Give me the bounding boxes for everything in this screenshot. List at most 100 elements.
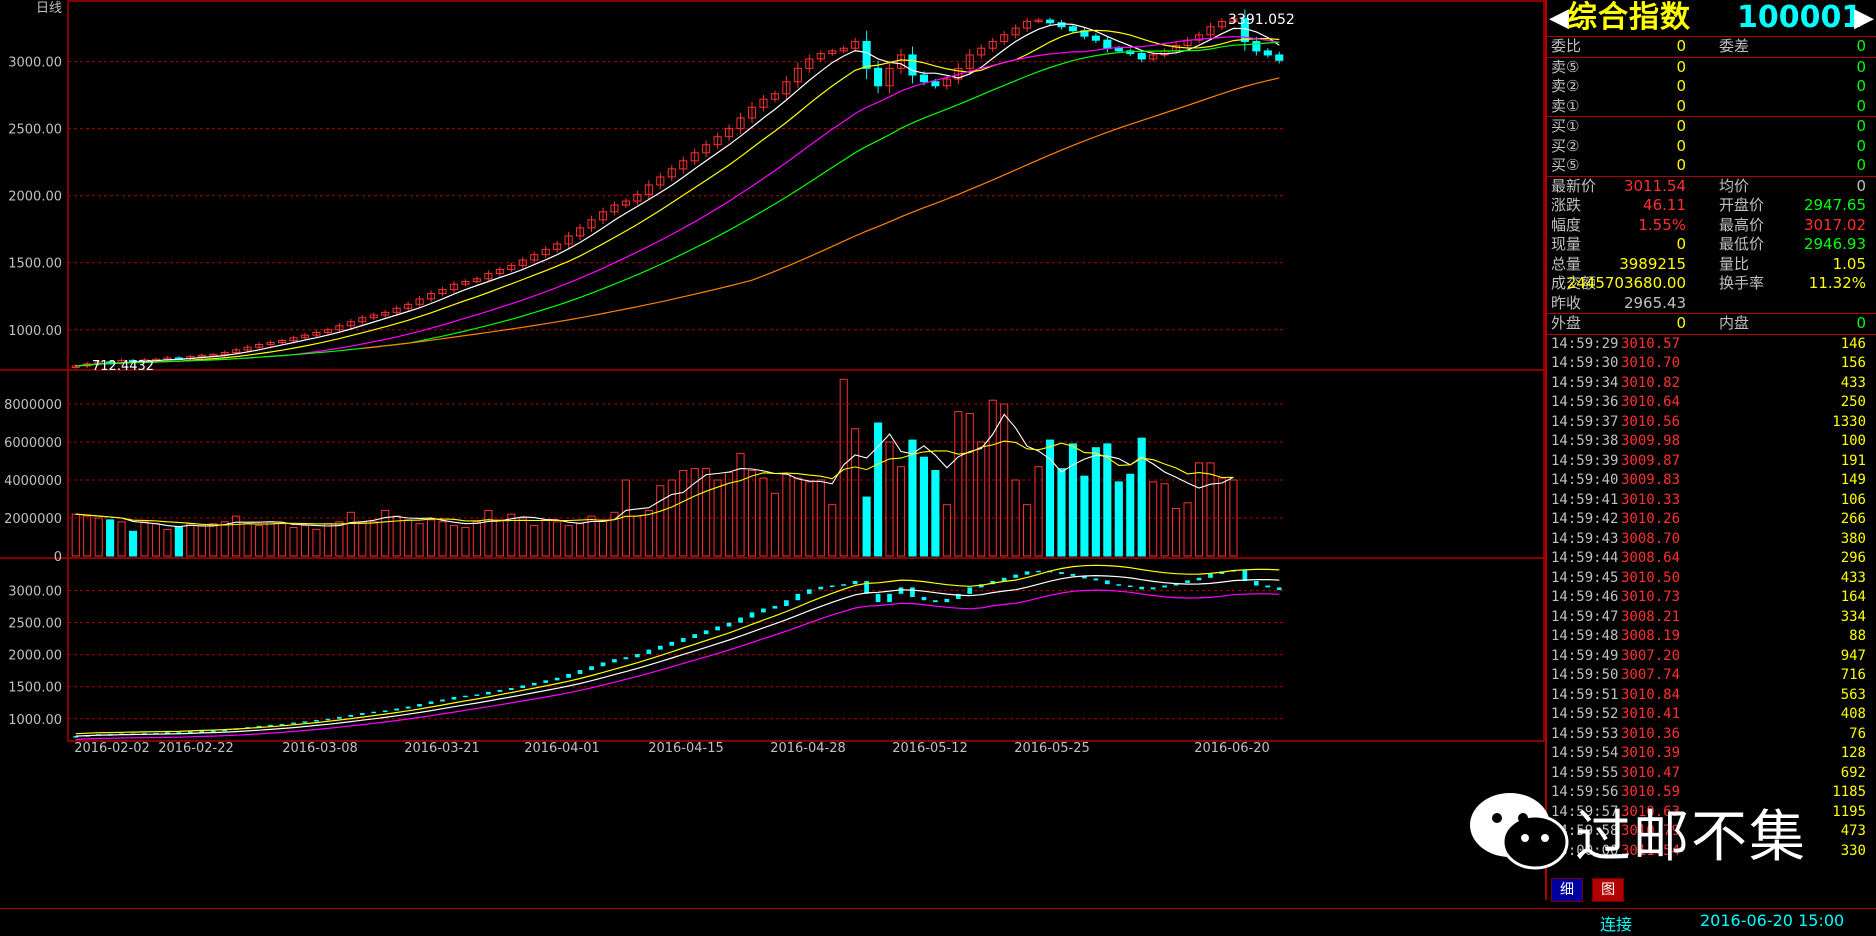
volume-bar[interactable] <box>392 515 401 557</box>
volume-bar[interactable] <box>1103 443 1112 557</box>
volume-bar[interactable] <box>828 504 837 557</box>
volume-bar[interactable] <box>988 399 997 557</box>
volume-bar[interactable] <box>598 519 608 557</box>
volume-bar[interactable] <box>702 468 711 557</box>
tick-row[interactable]: 14:59:34 3010.82 433 <box>1547 374 1876 394</box>
volume-bar[interactable] <box>679 470 688 557</box>
volume-bar[interactable] <box>553 521 562 557</box>
volume-bar[interactable] <box>564 525 573 557</box>
candle-body[interactable] <box>1275 54 1284 61</box>
volume-bar[interactable] <box>71 513 80 557</box>
volume-bar[interactable] <box>472 521 481 557</box>
tick-row[interactable]: 14:59:51 3010.84 563 <box>1547 686 1876 706</box>
volume-bar[interactable] <box>1126 473 1135 557</box>
volume-bar[interactable] <box>243 523 252 557</box>
candle-body[interactable] <box>1252 41 1261 52</box>
tick-row[interactable]: 14:59:50 3007.74 716 <box>1547 666 1876 686</box>
volume-bar[interactable] <box>106 519 115 557</box>
volume-bar[interactable] <box>839 378 848 557</box>
volume-bar[interactable] <box>518 517 527 557</box>
tick-row[interactable]: 14:59:41 3010.33 106 <box>1547 491 1876 511</box>
volume-bar[interactable] <box>954 411 963 557</box>
volume-bar[interactable] <box>747 470 757 557</box>
volume-bar[interactable] <box>415 523 424 557</box>
volume-bar[interactable] <box>1091 447 1100 557</box>
volume-bar[interactable] <box>484 509 493 557</box>
volume-bar[interactable] <box>1080 475 1089 557</box>
volume-bar[interactable] <box>1217 477 1227 557</box>
volume-bar[interactable] <box>438 521 447 557</box>
tick-row[interactable]: 14:59:40 3009.83 149 <box>1547 471 1876 491</box>
kline-chart[interactable]: 日线 1000.00 1500.00 2000.00 2500.00 3000.00 0 20… <box>0 0 1545 932</box>
volume-bar[interactable] <box>633 515 642 557</box>
volume-bar[interactable] <box>1160 483 1169 557</box>
volume-bar[interactable] <box>793 477 802 557</box>
volume-bar[interactable] <box>919 456 928 557</box>
volume-bar[interactable] <box>1068 443 1078 557</box>
candle-body[interactable] <box>874 67 883 87</box>
volume-bar[interactable] <box>369 521 378 557</box>
volume-bar[interactable] <box>977 441 986 557</box>
volume-bar[interactable] <box>346 511 355 557</box>
volume-bar[interactable] <box>1137 437 1146 557</box>
volume-bar[interactable] <box>1057 468 1066 557</box>
volume-bar[interactable] <box>335 521 344 557</box>
volume-bar[interactable] <box>323 523 332 557</box>
volume-bar[interactable] <box>197 525 206 557</box>
volume-bar[interactable] <box>117 521 126 557</box>
volume-bar[interactable] <box>759 477 768 557</box>
volume-bar[interactable] <box>874 422 883 557</box>
tick-row[interactable]: 14:59:36 3010.64 250 <box>1547 393 1876 413</box>
tick-row[interactable]: 14:59:39 3009.87 191 <box>1547 452 1876 472</box>
tab-chart[interactable]: 图 <box>1592 878 1625 902</box>
tick-row[interactable]: 14:59:54 3010.39 128 <box>1547 744 1876 764</box>
volume-bar[interactable] <box>94 517 103 557</box>
volume-bar[interactable] <box>725 471 734 557</box>
tick-row[interactable]: 14:59:38 3009.98 100 <box>1547 432 1876 452</box>
candle-body[interactable] <box>908 54 917 76</box>
candle-body[interactable] <box>1114 47 1123 52</box>
volume-bar[interactable] <box>277 523 287 557</box>
volume-bar[interactable] <box>163 528 172 557</box>
tick-row[interactable]: 14:59:44 3008.64 296 <box>1547 549 1876 569</box>
tick-row[interactable]: 14:59:52 3010.41 408 <box>1547 705 1876 725</box>
volume-bar[interactable] <box>83 515 92 557</box>
candle-body[interactable] <box>862 41 871 69</box>
volume-bar[interactable] <box>656 485 665 557</box>
volume-bar[interactable] <box>140 521 149 557</box>
candle-body[interactable] <box>1137 53 1146 60</box>
volume-bar[interactable] <box>782 473 791 557</box>
volume-bar[interactable] <box>289 527 298 557</box>
volume-bar[interactable] <box>266 521 275 557</box>
volume-bar[interactable] <box>1194 462 1204 557</box>
tick-row[interactable]: 14:59:42 3010.26 266 <box>1547 510 1876 530</box>
tick-row[interactable]: 14:59:47 3008.21 334 <box>1547 608 1876 628</box>
volume-bar[interactable] <box>1183 502 1192 557</box>
volume-bar[interactable] <box>312 528 321 557</box>
volume-bar[interactable] <box>1149 481 1158 557</box>
volume-bar[interactable] <box>908 439 917 557</box>
volume-bar[interactable] <box>449 525 459 557</box>
volume-bar[interactable] <box>255 525 264 557</box>
volume-bar[interactable] <box>1172 508 1181 557</box>
prev-arrow-icon[interactable]: ◀ <box>1549 4 1569 32</box>
volume-bar[interactable] <box>530 525 539 557</box>
tick-row[interactable]: 14:59:45 3010.50 433 <box>1547 569 1876 589</box>
volume-bar[interactable] <box>174 527 183 557</box>
volume-bar[interactable] <box>805 481 814 557</box>
volume-bar[interactable] <box>1023 504 1032 557</box>
next-arrow-icon[interactable]: ▶ <box>1854 4 1874 32</box>
volume-bar[interactable] <box>209 523 218 557</box>
volume-bar[interactable] <box>541 519 550 557</box>
volume-bar[interactable] <box>942 504 951 557</box>
volume-bar[interactable] <box>644 509 653 557</box>
volume-bar[interactable] <box>151 523 161 557</box>
volume-bar[interactable] <box>300 525 310 557</box>
volume-bar[interactable] <box>220 521 229 557</box>
tick-row[interactable]: 14:59:53 3010.36 76 <box>1547 725 1876 745</box>
candle-body[interactable] <box>919 74 928 83</box>
connection-status[interactable]: 连接 <box>1600 911 1632 935</box>
volume-bar[interactable] <box>427 519 436 557</box>
candle-body[interactable] <box>1045 19 1055 24</box>
tick-row[interactable]: 14:59:46 3010.73 164 <box>1547 588 1876 608</box>
